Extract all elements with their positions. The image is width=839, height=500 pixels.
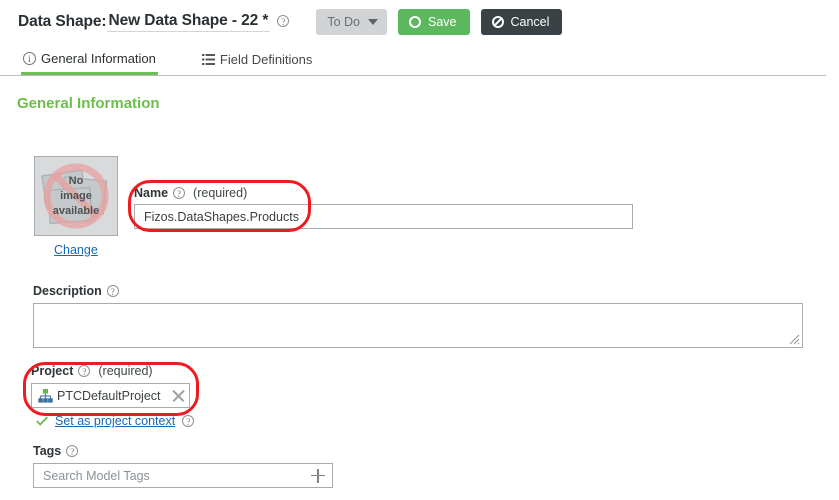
cancel-button[interactable]: Cancel [480,8,563,35]
name-label-text: Name [134,186,169,200]
info-icon: i [23,51,36,65]
project-help-icon[interactable]: ? [78,365,91,377]
save-button[interactable]: Save [398,8,470,35]
tab-field-definitions[interactable]: Field Definitions [200,44,315,75]
chevron-down-icon [368,18,378,25]
description-field-label: Description ? [33,284,119,298]
status-dropdown-button[interactable]: To Do [316,8,387,35]
section-title: General Information [17,95,160,112]
tab-field-definitions-label: Field Definitions [219,52,313,67]
description-textarea[interactable] [33,303,803,348]
status-dropdown-label: To Do [327,14,360,29]
no-entry-icon [491,15,504,28]
no-image-available-text: No image available [35,157,117,235]
project-label-text: Project [31,364,74,378]
tab-bar: i General Information Field Definitions [0,44,826,76]
tags-help-icon[interactable]: ? [66,445,79,457]
name-required-text: (required) [193,186,248,200]
set-project-context-row: Set as project context ? [36,414,195,428]
no-image-line-2: image [60,189,92,202]
cancel-button-label: Cancel [510,14,550,29]
list-icon [201,54,215,65]
page-title-prefix: Data Shape: [18,12,107,30]
save-button-label: Save [428,14,457,29]
project-field-label: Project ? (required) [31,364,153,378]
tags-label-text: Tags [33,444,62,458]
name-help-icon[interactable]: ? [173,187,186,199]
set-project-context-link[interactable]: Set as project context [55,414,175,428]
data-shape-editor-page: Data Shape: New Data Shape - 22 * ? To D… [0,0,839,500]
image-placeholder[interactable]: No image available [34,156,118,236]
page-title-name: New Data Shape - 22 * [108,12,269,29]
change-image-link[interactable]: Change [54,243,98,257]
project-required-text: (required) [98,364,153,378]
tags-input[interactable]: Search Model Tags [33,463,333,488]
project-chip-label: PTCDefaultProject [57,388,161,403]
data-shape-name-editable[interactable]: New Data Shape - 22 * [107,11,271,32]
close-icon[interactable] [172,389,185,402]
set-project-context-help-icon[interactable]: ? [182,415,195,427]
name-input[interactable] [134,204,633,229]
no-image-line-1: No [68,174,84,187]
name-field-label: Name ? (required) [134,186,247,200]
tab-general-information[interactable]: i General Information [21,44,158,75]
tags-placeholder-text: Search Model Tags [43,468,150,483]
project-input[interactable]: PTCDefaultProject [31,383,190,408]
circle-icon [409,15,421,28]
tags-field-label: Tags ? [33,444,79,458]
page-header: Data Shape: New Data Shape - 22 * ? To D… [0,0,839,43]
org-chart-icon [38,388,53,403]
title-help-icon[interactable]: ? [277,14,290,27]
description-help-icon[interactable]: ? [106,285,119,297]
no-image-line-3: available [52,204,100,217]
check-icon [36,416,48,426]
tab-general-information-label: General Information [41,50,156,66]
plus-icon[interactable] [311,468,325,483]
description-label-text: Description [33,284,102,298]
